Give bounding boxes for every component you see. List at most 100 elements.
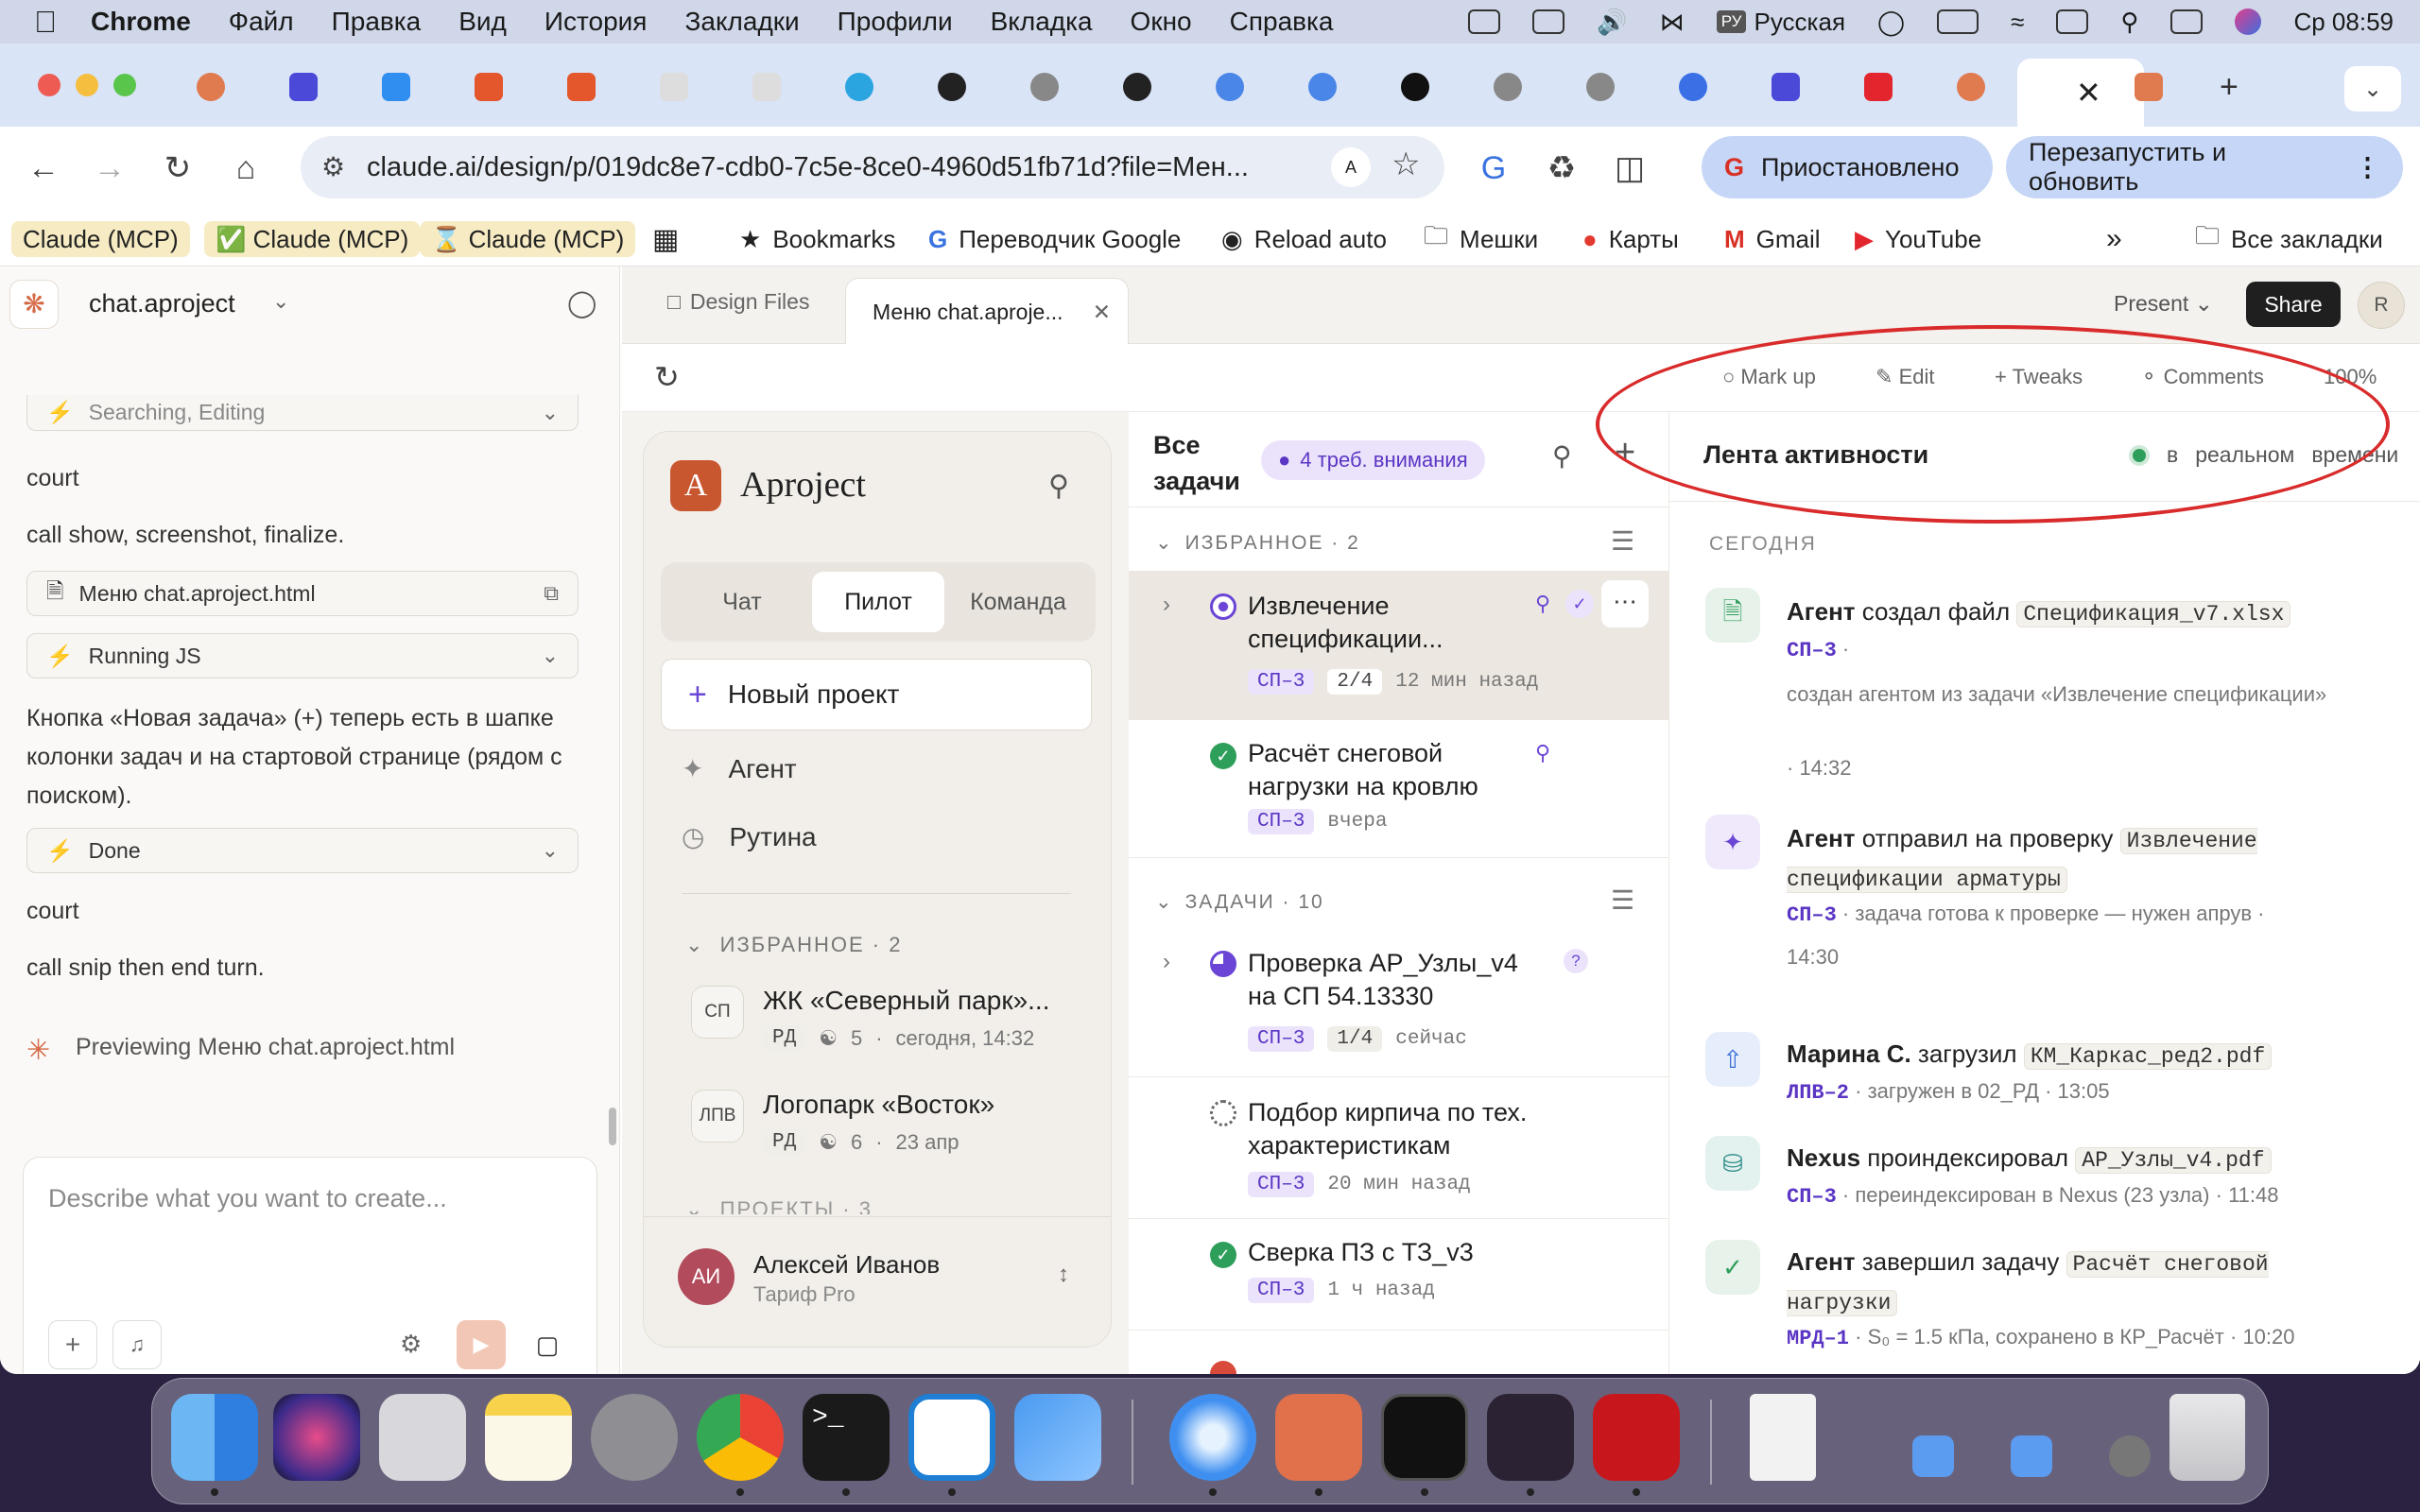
menu-window[interactable]: Окно: [1131, 7, 1192, 37]
browser-tab[interactable]: [828, 62, 913, 112]
browser-tab[interactable]: [458, 62, 543, 112]
edit-button[interactable]: ✎ Edit: [1876, 365, 1934, 389]
recycle-ext-icon[interactable]: ♻: [1543, 149, 1581, 187]
bookmark-gmail[interactable]: M Gmail: [1724, 221, 1821, 257]
browser-tab[interactable]: [1199, 62, 1284, 112]
tool-status-running[interactable]: ⚡ Running JS ⌄: [26, 633, 579, 679]
status-keyboard-icon[interactable]: [1532, 9, 1565, 34]
fav-section-heading[interactable]: ⌄ ИЗБРАННОЕ · 2: [1155, 531, 1360, 555]
extensions-icon[interactable]: ◫: [1611, 149, 1649, 187]
feed-item[interactable]: ⇧ Марина С. загрузил КМ_Каркас_ред2.pdf …: [1705, 1032, 2405, 1136]
tasks-section-heading[interactable]: ⌄ ЗАДАЧИ · 10: [1155, 890, 1324, 914]
composer[interactable]: Describe what you want to create... + ♫ …: [23, 1157, 597, 1374]
feed-project[interactable]: СП–3: [1787, 639, 1837, 662]
bookmark-translate[interactable]: G Переводчик Google: [928, 221, 1181, 257]
browser-tab[interactable]: [1754, 62, 1840, 112]
markup-button[interactable]: ○ Mark up: [1722, 365, 1816, 389]
apple-icon[interactable]: : [34, 5, 57, 40]
avatar[interactable]: R: [2358, 282, 2405, 329]
feed-item[interactable]: ✦ Агент отправил на проверку Извлечение …: [1705, 815, 2405, 1013]
filter-icon[interactable]: ☰: [1611, 525, 1634, 557]
project-item[interactable]: ЛПВ Логопарк «Восток» РД ☯ 6 · 23 апр: [691, 1090, 1088, 1175]
volume-icon[interactable]: 🔊: [1597, 8, 1627, 37]
task-row[interactable]: › Извлечение спецификации... ⚲ ✓ ⋯ СП–3 …: [1129, 571, 1669, 720]
browser-tab[interactable]: [1940, 62, 2025, 112]
browser-tab[interactable]: [1384, 62, 1469, 112]
browser-tab[interactable]: [735, 62, 821, 112]
acrobat-icon[interactable]: [1593, 1394, 1680, 1481]
battery-icon[interactable]: [1937, 9, 1979, 34]
browser-tab[interactable]: [2118, 62, 2203, 112]
browser-tab[interactable]: [365, 62, 450, 112]
menu-edit[interactable]: Правка: [332, 7, 422, 37]
palette-icon[interactable]: ❋: [9, 280, 59, 329]
share-button[interactable]: Share: [2246, 282, 2341, 327]
feed-object[interactable]: АР_Узлы_v4.pdf: [2075, 1147, 2272, 1174]
claude-icon[interactable]: [1275, 1394, 1362, 1481]
user-avatar[interactable]: АИ: [678, 1248, 735, 1305]
menu-history[interactable]: История: [544, 7, 648, 37]
send-button[interactable]: ▶: [457, 1320, 506, 1369]
profile-paused-button[interactable]: G Приостановлено: [1702, 136, 1993, 198]
google-translate-ext-icon[interactable]: G: [1475, 149, 1512, 187]
task-row[interactable]: Подбор кирпича по тех. характеристикам С…: [1129, 1077, 1669, 1219]
attention-badge[interactable]: ● 4 треб. внимания: [1261, 440, 1485, 480]
control-center-icon[interactable]: [2170, 9, 2204, 34]
home-icon[interactable]: ⌂: [227, 149, 265, 187]
settings-gear-icon[interactable]: ⚙: [400, 1330, 422, 1359]
feed-project[interactable]: МРД–1: [1787, 1327, 1849, 1350]
browser-tab[interactable]: [1106, 62, 1191, 112]
browser-tab[interactable]: [1477, 62, 1562, 112]
system-settings-icon[interactable]: [591, 1394, 678, 1481]
apps-grid-icon[interactable]: ▦: [652, 221, 679, 257]
browser-tab[interactable]: [550, 62, 635, 112]
nav-routine[interactable]: ◷ Рутина: [682, 821, 817, 852]
relaunch-button[interactable]: Перезапустить и обновить ⋮: [2006, 136, 2403, 198]
nav-agent[interactable]: ✦ Агент: [682, 753, 797, 784]
pin-icon[interactable]: ⚲: [1535, 741, 1550, 765]
browser-tab[interactable]: [1569, 62, 1654, 112]
siri-icon[interactable]: [2235, 9, 2262, 35]
feed-project[interactable]: СП–3: [1787, 1185, 1837, 1209]
question-flag[interactable]: ?: [1564, 949, 1588, 973]
voice-icon[interactable]: ♫: [112, 1320, 162, 1369]
notes-icon[interactable]: [485, 1394, 572, 1481]
project-item[interactable]: СП ЖК «Северный парк»... РД ☯ 5 · сегодня…: [691, 986, 1088, 1071]
terminal-icon[interactable]: >_: [803, 1394, 890, 1481]
menu-view[interactable]: Вид: [458, 7, 507, 37]
feed-item[interactable]: ✓ Агент завершил задачу Расчёт снеговой …: [1705, 1240, 2405, 1374]
more-bookmarks-icon[interactable]: »: [2106, 221, 2122, 257]
tab-design-files[interactable]: □ Design Files: [667, 289, 809, 315]
maximize-window-button[interactable]: [113, 74, 136, 96]
check-icon[interactable]: ✓: [1565, 590, 1594, 618]
feed-object[interactable]: КМ_Каркас_ред2.pdf: [2023, 1043, 2273, 1070]
tab-team[interactable]: Команда: [952, 572, 1084, 632]
new-project-button[interactable]: + Новый проект: [661, 659, 1092, 730]
file-chip[interactable]: 🗎 Меню chat.aproject.html ⧉: [26, 571, 579, 616]
task-row[interactable]: ✓ Сверка ПЗ с ТЗ_v3 СП–3 1 ч назад: [1129, 1219, 1669, 1331]
input-source[interactable]: РУ Русская: [1716, 8, 1845, 37]
bluetooth-icon[interactable]: ⋈: [1660, 8, 1685, 37]
zoom-level[interactable]: 100%: [2324, 365, 2377, 389]
menu-tab[interactable]: Вкладка: [991, 7, 1093, 37]
browser-tab[interactable]: [1013, 62, 1098, 112]
new-tab-button[interactable]: +: [2203, 62, 2288, 112]
finder-small-icon[interactable]: [1912, 1435, 1954, 1477]
attach-button[interactable]: +: [48, 1320, 97, 1369]
tab-active-file[interactable]: Меню chat.aproje... ✕: [845, 278, 1129, 344]
tab-pilot[interactable]: Пилот: [812, 572, 944, 632]
clock[interactable]: Ср 08:59: [2293, 8, 2394, 37]
comments-button[interactable]: ⚬ Comments: [2140, 365, 2264, 389]
search-icon[interactable]: ⚲: [1552, 440, 1572, 472]
project-dropdown-icon[interactable]: ⌄: [272, 289, 289, 314]
scrollbar-thumb[interactable]: [609, 1108, 616, 1145]
chrome-icon[interactable]: [697, 1394, 784, 1481]
feed-item[interactable]: 🗎 Агент создал файл Спецификация_v7.xlsx…: [1705, 588, 2405, 796]
open-external-icon[interactable]: ⧉: [544, 581, 559, 606]
browser-tab[interactable]: [1662, 62, 1747, 112]
feed-project[interactable]: ЛПВ–2: [1787, 1081, 1849, 1105]
forward-icon[interactable]: →: [91, 149, 129, 187]
bookmark-item[interactable]: ✅ Claude (MCP): [204, 221, 421, 257]
status-shield-icon[interactable]: [1468, 9, 1501, 34]
finder-small-icon[interactable]: [2011, 1435, 2052, 1477]
